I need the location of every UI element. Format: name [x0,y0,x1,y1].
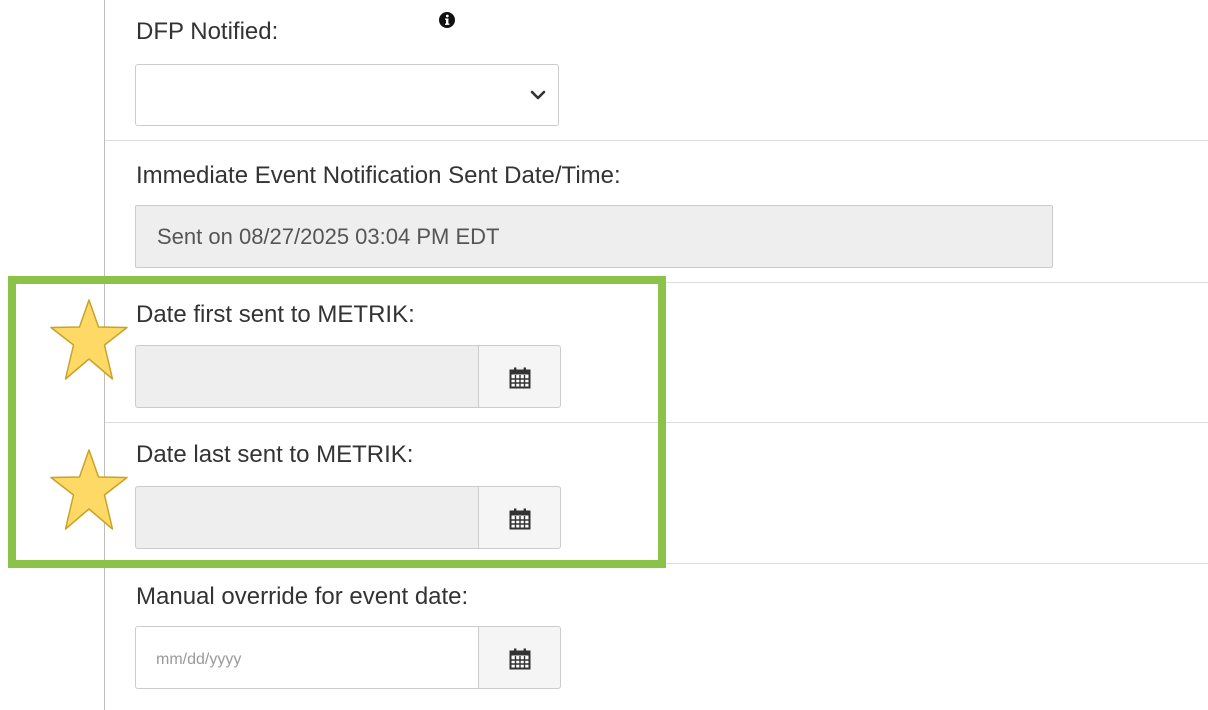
manual-override-section: Manual override for event date: mm/dd/yy… [105,563,1208,710]
manual-override-placeholder: mm/dd/yyyy [156,651,242,668]
dfp-notified-label: DFP Notified: [136,18,279,45]
manual-override-calendar-button[interactable] [478,626,561,689]
dfp-notified-section: DFP Notified: [105,0,1208,141]
notification-sent-value: Sent on 08/27/2025 03:04 PM EDT [157,224,500,249]
dfp-notified-select[interactable] [135,64,559,126]
star-icon [50,299,128,380]
info-icon[interactable] [439,12,455,33]
calendar-icon [509,648,531,670]
chevron-down-icon [530,90,546,100]
manual-override-label: Manual override for event date: [136,583,469,610]
manual-override-group: mm/dd/yyyy [135,626,561,689]
star-icon [50,449,128,530]
notification-sent-label: Immediate Event Notification Sent Date/T… [136,162,621,189]
notification-sent-field: Sent on 08/27/2025 03:04 PM EDT [135,205,1053,268]
manual-override-input[interactable]: mm/dd/yyyy [135,626,479,689]
